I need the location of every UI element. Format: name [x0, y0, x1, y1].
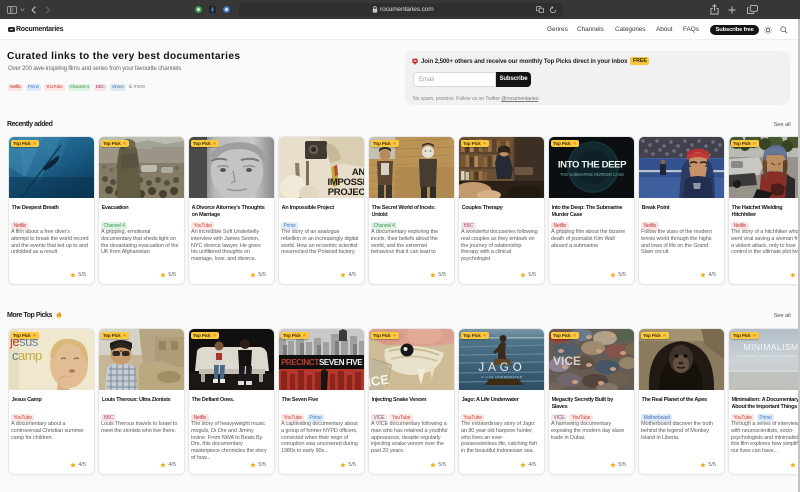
- svg-text:A LIFE UNDERWATER: A LIFE UNDERWATER: [481, 375, 522, 379]
- svg-text:camp: camp: [12, 348, 42, 363]
- svg-text:INTO THE DEEP: INTO THE DEEP: [558, 160, 627, 171]
- svg-text:MINIMALISM: MINIMALISM: [743, 342, 798, 352]
- svg-text:PRECINCT: PRECINCT: [281, 358, 319, 367]
- svg-text:ICE: ICE: [369, 372, 390, 390]
- svg-text:VICE: VICE: [553, 354, 581, 368]
- svg-text:JAGO: JAGO: [478, 362, 525, 374]
- svg-text:A DOCUMENTARY ABOUT THE IMPORT: A DOCUMENTARY ABOUT THE IMPORTANT THINGS: [733, 354, 800, 358]
- svg-text:THE SUBMARINE MURDER CASE: THE SUBMARINE MURDER CASE: [560, 172, 624, 177]
- svg-text:SEVEN FIVE: SEVEN FIVE: [319, 358, 363, 367]
- svg-text:PROJEC: PROJEC: [328, 187, 364, 198]
